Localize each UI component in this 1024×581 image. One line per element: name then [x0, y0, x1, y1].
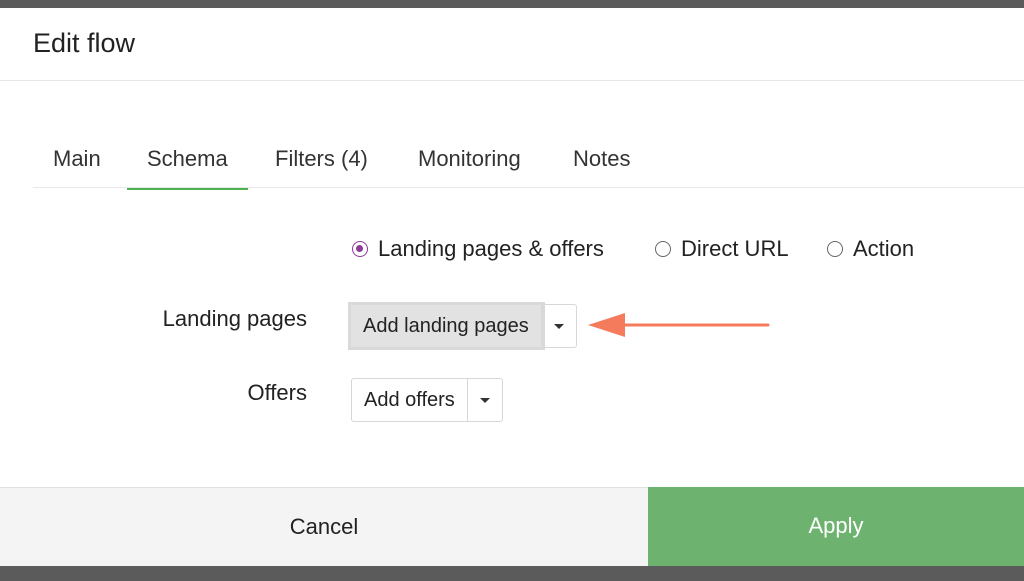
- apply-button[interactable]: Apply: [648, 487, 1024, 566]
- offers-button-group: Add offers: [351, 378, 503, 422]
- cancel-button[interactable]: Cancel: [0, 487, 648, 566]
- offers-label: Offers: [247, 380, 307, 405]
- caret-down-icon: [553, 323, 564, 329]
- landing-pages-dropdown-toggle[interactable]: [542, 305, 576, 347]
- edit-flow-modal: Edit flow Main Schema Filters (4) Monito…: [0, 8, 1024, 566]
- tab-schema[interactable]: Schema: [127, 146, 248, 190]
- radio-label: Landing pages & offers: [378, 236, 604, 261]
- modal-title: Edit flow: [33, 28, 136, 58]
- tab-monitoring[interactable]: Monitoring: [418, 146, 521, 188]
- radio-label: Direct URL: [681, 236, 789, 261]
- add-offers-button[interactable]: Add offers: [352, 379, 468, 421]
- radio-unchecked-icon[interactable]: [655, 241, 671, 257]
- tab-bar: Main Schema Filters (4) Monitoring Notes: [33, 128, 1024, 190]
- radio-action[interactable]: Action: [827, 234, 914, 264]
- modal-header: Edit flow: [0, 8, 1024, 81]
- tab-filters[interactable]: Filters (4): [275, 146, 368, 188]
- radio-unchecked-icon[interactable]: [827, 241, 843, 257]
- radio-landing-pages-offers[interactable]: Landing pages & offers: [352, 234, 604, 264]
- add-landing-pages-button[interactable]: Add landing pages: [351, 305, 542, 347]
- arrow-left-icon: [588, 313, 770, 337]
- caret-down-icon: [479, 397, 490, 403]
- radio-checked-icon[interactable]: [352, 241, 368, 257]
- screen: Edit flow Main Schema Filters (4) Monito…: [0, 0, 1024, 581]
- tab-main[interactable]: Main: [53, 146, 101, 188]
- offers-dropdown-toggle[interactable]: [468, 379, 502, 421]
- modal-footer: Cancel Apply: [0, 487, 1024, 566]
- radio-label: Action: [853, 236, 915, 261]
- tab-notes[interactable]: Notes: [573, 146, 630, 188]
- landing-pages-button-group: Add landing pages: [350, 304, 577, 348]
- landing-pages-label: Landing pages: [162, 306, 307, 331]
- radio-direct-url[interactable]: Direct URL: [655, 234, 789, 264]
